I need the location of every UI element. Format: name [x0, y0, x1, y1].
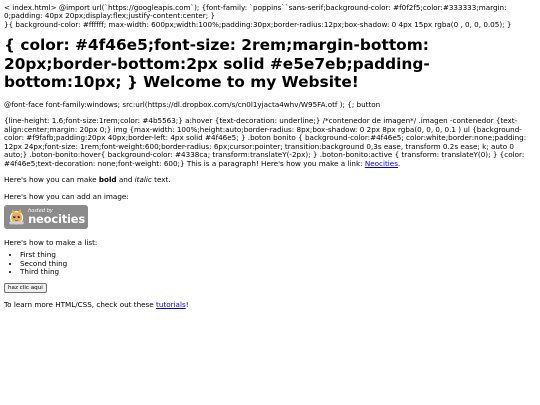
thing-list: First thing Second thing Third thing [4, 250, 536, 276]
neocities-cat-icon [9, 209, 24, 225]
outro-paragraph: To learn more HTML/CSS, check out these … [4, 299, 536, 309]
css-dump-text: {line-height: 1.6;font-size:1rem;color: … [4, 116, 527, 168]
raw-css-line-2: }{ background-color: #ffffff; max-width:… [4, 19, 512, 29]
css-dump-paragraph: {line-height: 1.6;font-size:1rem;color: … [4, 117, 536, 168]
css-dump-end: . [397, 158, 401, 168]
italic-word: italic [134, 175, 152, 185]
raw-css-line-1: < index.html> @import url(`https://googl… [4, 3, 507, 21]
page-content: < index.html> @import url(`https://googl… [0, 0, 540, 309]
image-intro: Here's how you can add an image: [4, 191, 129, 201]
bold-mid-text: and [116, 175, 135, 185]
bold-post-text: text. [151, 175, 171, 185]
hosted-by-neocities-badge: hosted by neocities [4, 205, 88, 230]
bold-italic-paragraph: Here's how you can make bold and italic … [4, 176, 536, 184]
badge-text: hosted by neocities [28, 209, 85, 226]
neocities-link[interactable]: Neocities [365, 159, 398, 168]
bold-word: bold [98, 175, 117, 185]
outro-pre-text: To learn more HTML/CSS, check out these [4, 299, 157, 309]
list-item: First thing [20, 250, 536, 259]
tutorials-link[interactable]: tutorials [156, 300, 186, 309]
page-heading: { color: #4f46e5;font-size: 2rem;margin-… [4, 36, 430, 92]
badge-neocities: neocities [28, 212, 85, 227]
list-item: Second thing [20, 259, 536, 268]
bold-pre-text: Here's how you can make [4, 175, 99, 185]
list-item: Third thing [20, 267, 536, 276]
outro-post-text: ! [185, 299, 189, 309]
font-face-line: @font-face font-family:windows; src:url(… [4, 99, 381, 109]
list-intro: Here's how to make a list: [4, 237, 98, 247]
click-here-button[interactable]: haz clic aqui [4, 282, 47, 293]
